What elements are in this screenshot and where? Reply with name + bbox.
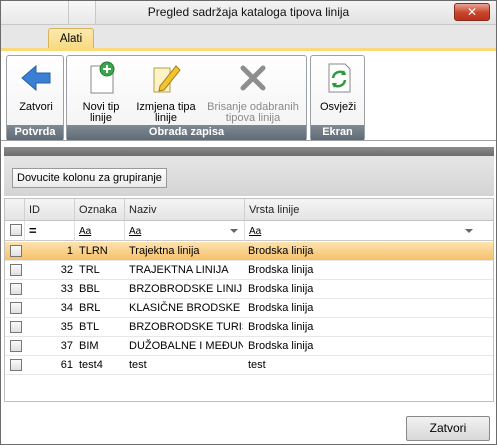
filter-vrsta[interactable]: Aa <box>245 221 493 241</box>
filter-naziv[interactable]: Aa <box>125 221 245 241</box>
cell-oznaka: BTL <box>79 321 100 333</box>
cell-naziv: KLASIČNE BRODSKE LI <box>129 302 243 314</box>
delete-x-icon <box>240 65 266 91</box>
table-row[interactable]: 34 BRL KLASIČNE BRODSKE LI Brodska linija <box>5 299 493 318</box>
row-checkbox[interactable] <box>10 264 22 276</box>
group-by-hint: Dovucite kolonu za grupiranje <box>12 168 167 188</box>
filter-row: = Aa Aa Aa <box>5 221 493 241</box>
osvjezi-label: Osvježi <box>319 101 357 113</box>
cell-vrsta: Brodska linija <box>248 283 314 295</box>
brisanje-odabranih-button[interactable]: Brisanje odabranih tipova linija <box>201 60 305 124</box>
filter-vrsta-aa: Aa <box>249 226 262 237</box>
row-checkbox[interactable] <box>10 245 22 257</box>
table-row[interactable]: 37 BIM DUŽOBALNE I MEĐUNA Brodska linija <box>5 337 493 356</box>
cell-naziv: Trajektna linija <box>129 245 200 257</box>
cell-oznaka: test4 <box>79 359 103 371</box>
cell-oznaka: TLRN <box>79 245 108 257</box>
ribbon-group-potvrda: Zatvori Potvrda <box>6 55 64 141</box>
row-checkbox[interactable] <box>10 302 22 314</box>
zatvori-button[interactable]: Zatvori <box>406 416 490 441</box>
edit-pencil-icon <box>153 65 181 93</box>
filter-vrsta-dropdown-icon[interactable] <box>465 229 473 233</box>
zatvori-ribbon-button[interactable]: Zatvori <box>10 60 62 113</box>
cell-id: 34 <box>60 302 73 314</box>
cell-oznaka: TRL <box>79 264 100 276</box>
cell-vrsta: Brodska linija <box>248 340 314 352</box>
cell-oznaka: BRL <box>79 302 101 314</box>
column-header-vrsta[interactable]: Vrsta linije <box>245 199 493 221</box>
table-row[interactable]: 33 BBL BRZOBRODSKE LINIJE Brodska linija <box>5 280 493 299</box>
row-checkbox[interactable] <box>10 283 22 295</box>
ribbon-group-ekran: Osvježi Ekran <box>310 55 365 141</box>
osvjezi-button[interactable]: Osvježi <box>313 60 363 113</box>
table-row[interactable]: 32 TRL TRAJEKTNA LINIJA Brodska linija <box>5 261 493 280</box>
cell-id: 32 <box>60 264 73 276</box>
cell-vrsta: Brodska linija <box>248 264 314 276</box>
cell-naziv: DUŽOBALNE I MEĐUNA <box>129 340 243 352</box>
cell-vrsta: Brodska linija <box>248 321 314 333</box>
table-row[interactable]: 35 BTL BRZOBRODSKE TURIST Brodska linija <box>5 318 493 337</box>
cell-naziv: test <box>129 359 147 371</box>
ribbon: Zatvori Potvrda Novi tip linije Izmjena … <box>1 48 496 141</box>
grid-header: ID Oznaka Naziv Vrsta linije <box>5 199 493 221</box>
filter-naziv-dropdown-icon[interactable] <box>230 229 238 233</box>
izmjena-label-2: linije <box>154 112 177 124</box>
cell-vrsta: Brodska linija <box>248 302 314 314</box>
group-label-obrada: Obrada zapisa <box>67 125 306 140</box>
filter-oznaka[interactable]: Aa <box>75 221 125 241</box>
column-header-id[interactable]: ID <box>25 199 75 221</box>
cell-vrsta: Brodska linija <box>248 245 314 257</box>
window-title: Pregled sadržaja kataloga tipova linija <box>147 5 350 19</box>
window-close-button[interactable]: ✕ <box>454 3 490 21</box>
cell-id: 35 <box>60 321 73 333</box>
filter-id-operator[interactable]: = <box>25 221 75 241</box>
cell-naziv: BRZOBRODSKE TURIST <box>129 321 243 333</box>
new-document-icon <box>90 61 115 94</box>
group-label-potvrda: Potvrda <box>7 125 63 140</box>
row-checkbox[interactable] <box>10 321 22 333</box>
cell-oznaka: BIM <box>79 340 99 352</box>
cell-id: 33 <box>60 283 73 295</box>
row-checkbox[interactable] <box>10 340 22 352</box>
column-header-oznaka[interactable]: Oznaka <box>75 199 125 221</box>
cell-id: 37 <box>60 340 73 352</box>
cell-id: 1 <box>66 245 73 257</box>
izmjena-tipa-linije-button[interactable]: Izmjena tipa linije <box>133 60 199 124</box>
dialog-window: Pregled sadržaja kataloga tipova linija … <box>0 0 497 445</box>
cell-id: 61 <box>60 359 73 371</box>
data-grid: ID Oznaka Naziv Vrsta linije = Aa Aa Aa … <box>4 198 494 402</box>
header-select-column[interactable] <box>5 199 25 221</box>
novi-label-2: linije <box>89 112 112 124</box>
grid-separator-bar <box>4 147 494 156</box>
table-row[interactable]: 61 test4 test test <box>5 356 493 375</box>
refresh-icon <box>328 63 351 93</box>
filter-naziv-aa: Aa <box>129 226 142 237</box>
cell-oznaka: BBL <box>79 283 100 295</box>
cell-naziv: BRZOBRODSKE LINIJE <box>129 283 243 295</box>
column-header-naziv[interactable]: Naziv <box>125 199 245 221</box>
novi-tip-linije-button[interactable]: Novi tip linije <box>69 60 133 124</box>
row-checkbox[interactable] <box>10 359 22 371</box>
cell-naziv: TRAJEKTNA LINIJA <box>129 264 229 276</box>
select-all-checkbox[interactable] <box>10 224 22 236</box>
ribbon-group-obrada: Novi tip linije Izmjena tipa linije Bris… <box>66 55 307 141</box>
zatvori-label: Zatvori <box>19 101 53 113</box>
back-arrow-icon <box>21 64 51 92</box>
brisanje-label-2: tipova linija <box>225 112 281 124</box>
group-label-ekran: Ekran <box>311 125 364 140</box>
ribbon-tab-bar: Alati <box>1 25 496 50</box>
grouping-panel[interactable]: Dovucite kolonu za grupiranje <box>4 156 494 196</box>
tab-alati[interactable]: Alati <box>48 28 94 50</box>
filter-oznaka-aa: Aa <box>79 226 92 237</box>
table-row[interactable]: 1 TLRN Trajektna linija Brodska linija <box>5 242 493 261</box>
cell-vrsta: test <box>248 359 266 371</box>
title-bar: Pregled sadržaja kataloga tipova linija … <box>1 1 496 25</box>
